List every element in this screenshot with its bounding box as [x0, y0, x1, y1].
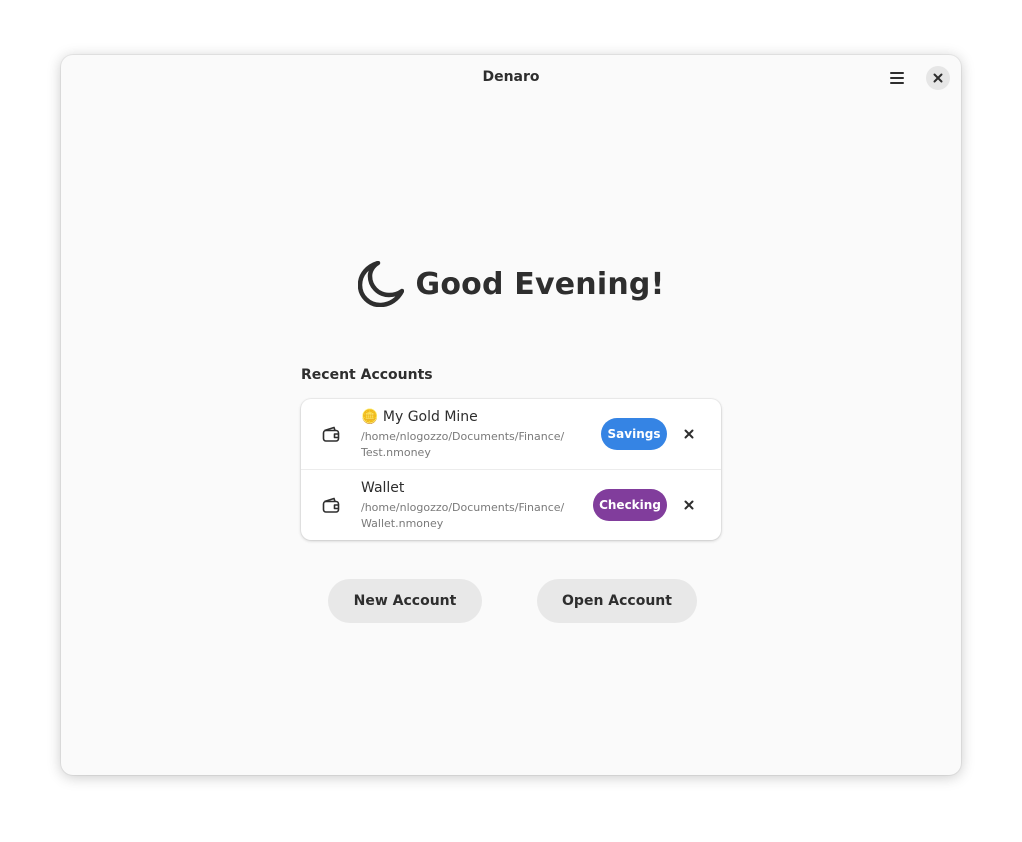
remove-x-icon [684, 429, 694, 439]
greeting: Good Evening! [61, 261, 961, 307]
recent-account-path-file: Test.nmoney [361, 446, 431, 459]
window-title: Denaro [482, 69, 540, 85]
recent-accounts-list: 🪙 My Gold Mine /home/nlogozzo/Documents/… [301, 399, 721, 540]
recent-accounts-title: Recent Accounts [301, 367, 433, 383]
recent-account-name: 🪙 My Gold Mine [361, 409, 478, 425]
account-type-badge-checking[interactable]: Checking [593, 489, 667, 521]
open-account-button[interactable]: Open Account [537, 579, 697, 623]
app-window: Denaro Good Evening! Recent Accounts 🪙 M… [61, 55, 961, 775]
recent-account-row[interactable]: Wallet /home/nlogozzo/Documents/Finance/… [301, 469, 721, 540]
main-menu-button[interactable] [883, 65, 911, 91]
wallet-icon [322, 426, 340, 442]
hamburger-menu-icon [890, 72, 904, 84]
recent-account-path: /home/nlogozzo/Documents/Finance/Wallet.… [361, 500, 581, 532]
recent-account-name: Wallet [361, 480, 405, 496]
header-bar: Denaro [61, 55, 961, 101]
wallet-icon [322, 497, 340, 513]
remove-recent-account-button[interactable] [679, 495, 699, 515]
recent-account-text: Wallet /home/nlogozzo/Documents/Finance/… [361, 479, 581, 532]
moon-icon [357, 261, 404, 307]
remove-recent-account-button[interactable] [679, 424, 699, 444]
recent-account-text: 🪙 My Gold Mine /home/nlogozzo/Documents/… [361, 408, 581, 461]
recent-account-path-dir: /home/nlogozzo/Documents/Finance/ [361, 501, 565, 514]
recent-account-row[interactable]: 🪙 My Gold Mine /home/nlogozzo/Documents/… [301, 399, 721, 469]
remove-x-icon [684, 500, 694, 510]
new-account-button[interactable]: New Account [328, 579, 482, 623]
recent-account-path-dir: /home/nlogozzo/Documents/Finance/ [361, 430, 565, 443]
recent-account-path: /home/nlogozzo/Documents/Finance/Test.nm… [361, 429, 581, 461]
close-icon [933, 73, 943, 83]
close-window-button[interactable] [926, 66, 950, 90]
greeting-text: Good Evening! [415, 266, 665, 302]
account-type-badge-savings[interactable]: Savings [601, 418, 667, 450]
recent-account-path-file: Wallet.nmoney [361, 517, 444, 530]
